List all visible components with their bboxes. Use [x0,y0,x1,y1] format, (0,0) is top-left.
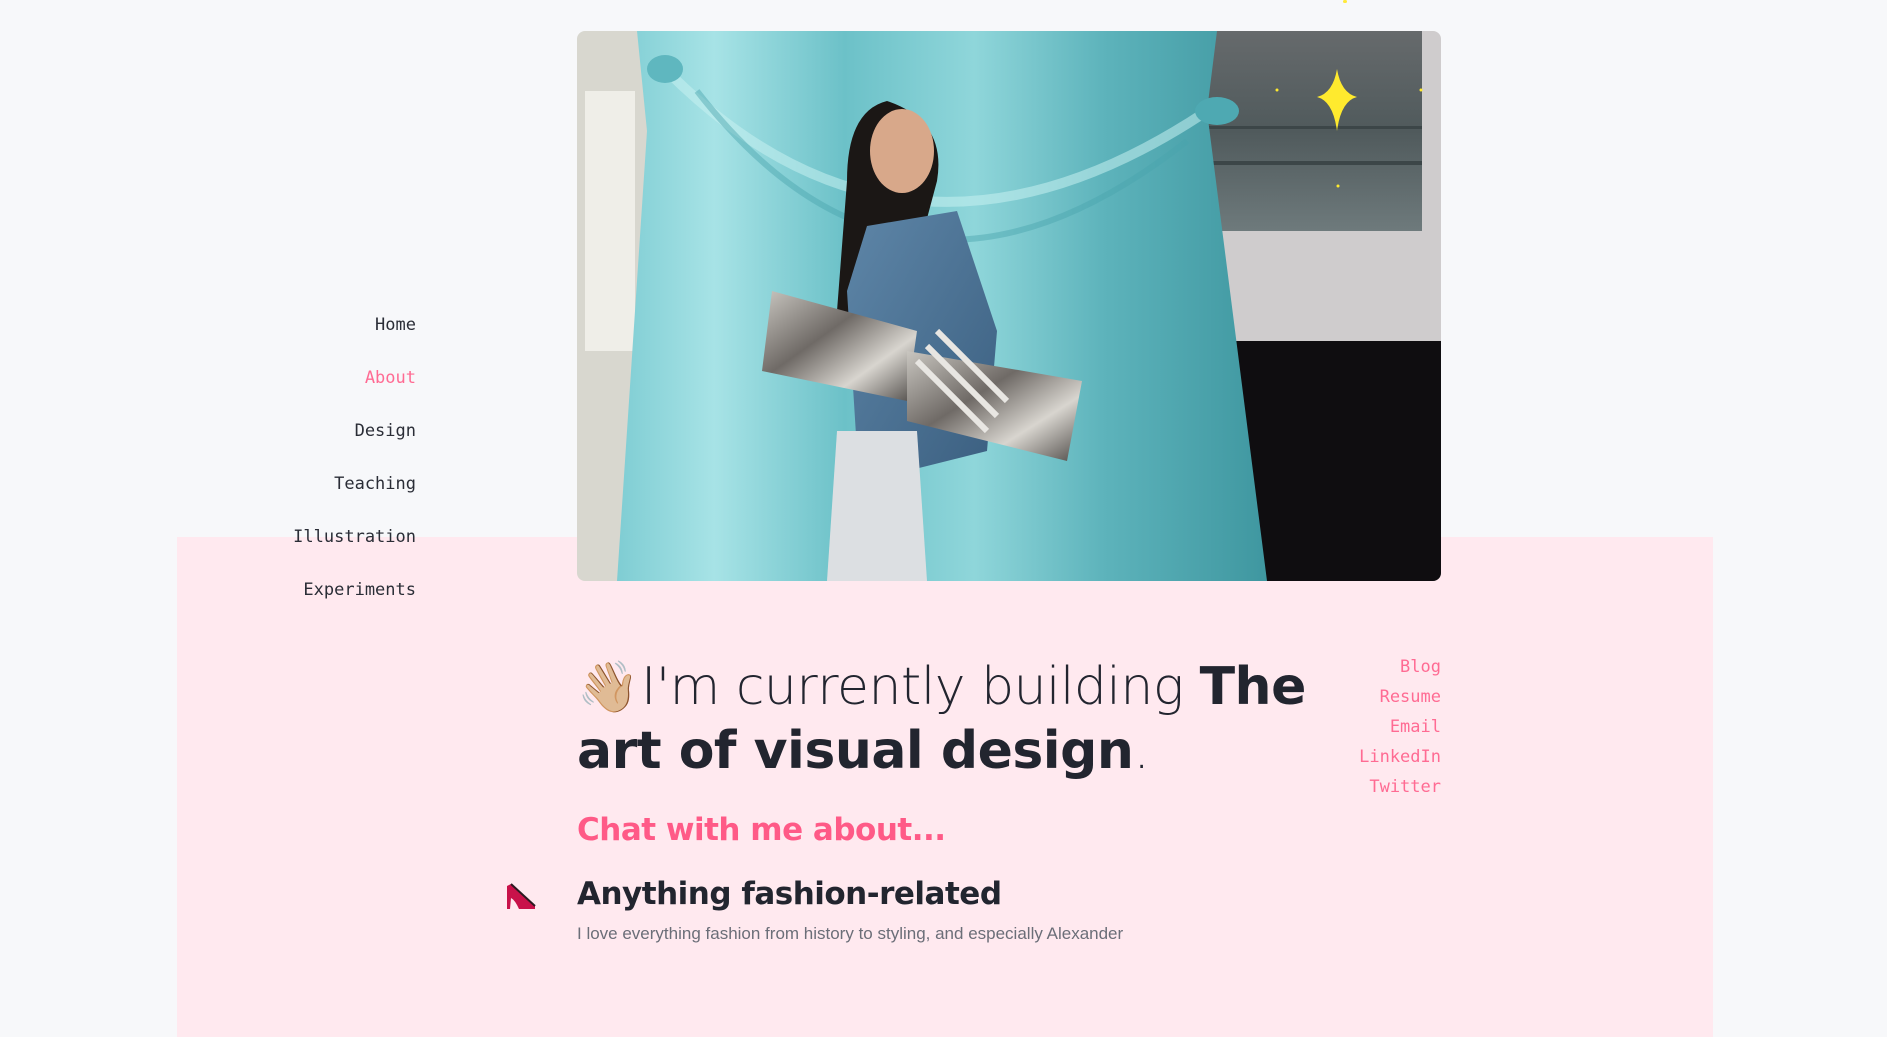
nav-item-experiments[interactable]: Experiments [200,565,416,618]
headline-period: . [1133,720,1150,781]
nav-item-about[interactable]: About [200,353,416,406]
link-blog[interactable]: Blog [1359,652,1441,682]
framed-print [1207,31,1422,231]
topic-title: Anything fashion-related [577,876,1002,912]
fabric-knot-left [647,55,683,83]
link-email[interactable]: Email [1359,712,1441,742]
headline: 👋🏼I'm currently building The art of visu… [577,655,1317,783]
sparkle-dot [1336,184,1340,188]
nav-item-design[interactable]: Design [200,406,416,459]
link-linkedin[interactable]: LinkedIn [1359,742,1441,772]
face [870,109,934,193]
topic-description: I love everything fashion from history t… [577,924,1124,943]
sparkle-dot [1275,88,1279,92]
printed-skirt [827,431,927,581]
nav-item-home[interactable]: Home [200,300,416,353]
hero-photo-illustration [577,31,1441,581]
window-pane [585,91,635,351]
link-resume[interactable]: Resume [1359,682,1441,712]
side-navigation: Home About Design Teaching Illustration … [200,300,416,618]
hero-photo [577,31,1441,581]
nav-item-teaching[interactable]: Teaching [200,459,416,512]
chat-section-title: Chat with me about... [577,811,946,848]
headline-text: I'm currently building [641,656,1200,717]
fabric-knot-right [1195,97,1239,125]
nav-item-illustration[interactable]: Illustration [200,512,416,565]
link-twitter[interactable]: Twitter [1359,772,1441,802]
sparkle-dot [1343,0,1347,3]
high-heel-icon [507,883,536,909]
sparkle-dot [1419,88,1423,92]
external-links: Blog Resume Email LinkedIn Twitter [1359,652,1441,802]
waving-hand-icon: 👋🏼 [577,657,639,716]
wave-line [1207,161,1422,165]
wave-line [1207,126,1422,129]
